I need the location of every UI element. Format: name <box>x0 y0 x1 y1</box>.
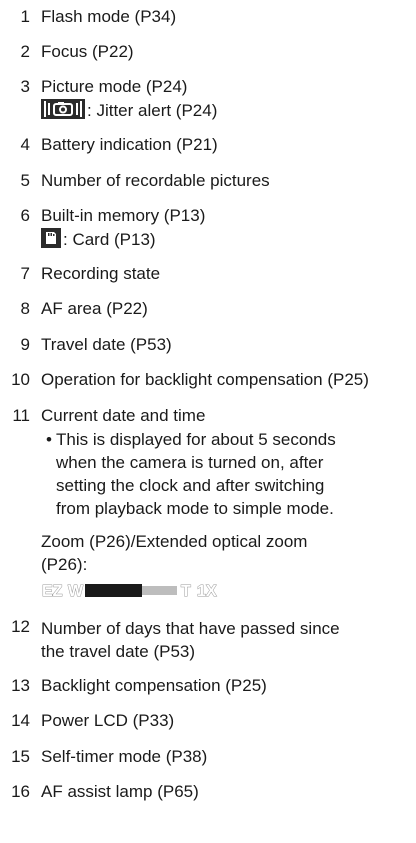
card-icon <box>41 228 61 253</box>
item-number: 2 <box>20 42 30 61</box>
item-number: 11 <box>12 406 30 425</box>
item-label: Number of recordable pictures <box>41 171 270 190</box>
item-label: Backlight compensation (P25) <box>41 676 267 695</box>
item-label: Current date and time <box>41 406 206 425</box>
note-line: This is displayed for about 5 seconds <box>56 430 336 449</box>
item-label: Recording state <box>41 264 161 283</box>
zoom-w-label: W <box>68 583 84 600</box>
note-line: from playback mode to simple mode. <box>56 499 334 518</box>
zoom-t-label: T <box>181 583 191 600</box>
item-number: 9 <box>20 335 30 354</box>
item-label: Picture mode (P24) <box>41 77 188 96</box>
note-line: setting the clock and after switching <box>56 476 325 495</box>
item-number: 7 <box>20 264 30 283</box>
item-label: Self-timer mode (P38) <box>41 747 208 766</box>
item-number: 6 <box>20 206 30 225</box>
item-label: Built-in memory (P13) <box>41 206 206 225</box>
bullet-icon: • <box>46 430 52 449</box>
item-label: Travel date (P53) <box>41 335 172 354</box>
item-number: 15 <box>11 747 30 766</box>
zoom-line: Zoom (P26)/Extended optical zoom <box>41 532 308 551</box>
item-label: Number of days that have passed since th… <box>41 617 340 663</box>
card-label: : Card (P13) <box>63 230 156 249</box>
item-number: 10 <box>11 370 30 389</box>
item-label: Focus (P22) <box>41 42 134 61</box>
zoom-bar-graphic: EZ W T 1X <box>42 583 218 601</box>
list-sub-item: : Card (P13) <box>41 228 156 253</box>
item-label: Power LCD (P33) <box>41 711 175 730</box>
item-number: 5 <box>20 171 30 190</box>
zoom-value-label: 1X <box>197 583 217 600</box>
list-item: 12 Number of days that have passed since… <box>0 617 416 663</box>
item-label-line: Number of days that have passed since <box>41 619 340 638</box>
item-label-line: the travel date (P53) <box>41 642 196 661</box>
zoom-ez-label: EZ <box>42 583 63 600</box>
zoom-bar-indicator: EZ W T 1X <box>41 580 241 601</box>
zoom-heading: Zoom (P26)/Extended optical zoom (P26): <box>41 530 307 576</box>
item-number: 3 <box>20 77 30 96</box>
item-number: 13 <box>11 676 30 695</box>
item-number: 4 <box>20 135 30 154</box>
item-number: 1 <box>20 7 30 26</box>
item-number: 14 <box>11 711 30 730</box>
item-label: AF assist lamp (P65) <box>41 782 199 801</box>
display-legend-page: 1 Flash mode (P34) 2 Focus (P22) 3 Pictu… <box>0 0 416 843</box>
item-label: Battery indication (P21) <box>41 135 218 154</box>
zoom-line: (P26): <box>41 555 88 574</box>
note-text: This is displayed for about 5 seconds wh… <box>56 428 336 520</box>
jitter-alert-label: : Jitter alert (P24) <box>87 101 218 120</box>
item-label: Flash mode (P34) <box>41 7 177 26</box>
list-sub-item: : Jitter alert (P24) <box>41 99 217 124</box>
item-label: AF area (P22) <box>41 299 148 318</box>
note-line: when the camera is turned on, after <box>56 453 324 472</box>
jitter-alert-icon <box>41 99 85 124</box>
note-bullet: • This is displayed for about 5 seconds … <box>46 428 406 520</box>
zoom-fill <box>85 584 142 597</box>
item-number: 16 <box>11 782 30 801</box>
item-number: 12 <box>11 617 30 636</box>
item-number: 8 <box>20 299 30 318</box>
item-label: Operation for backlight compensation (P2… <box>41 370 369 389</box>
